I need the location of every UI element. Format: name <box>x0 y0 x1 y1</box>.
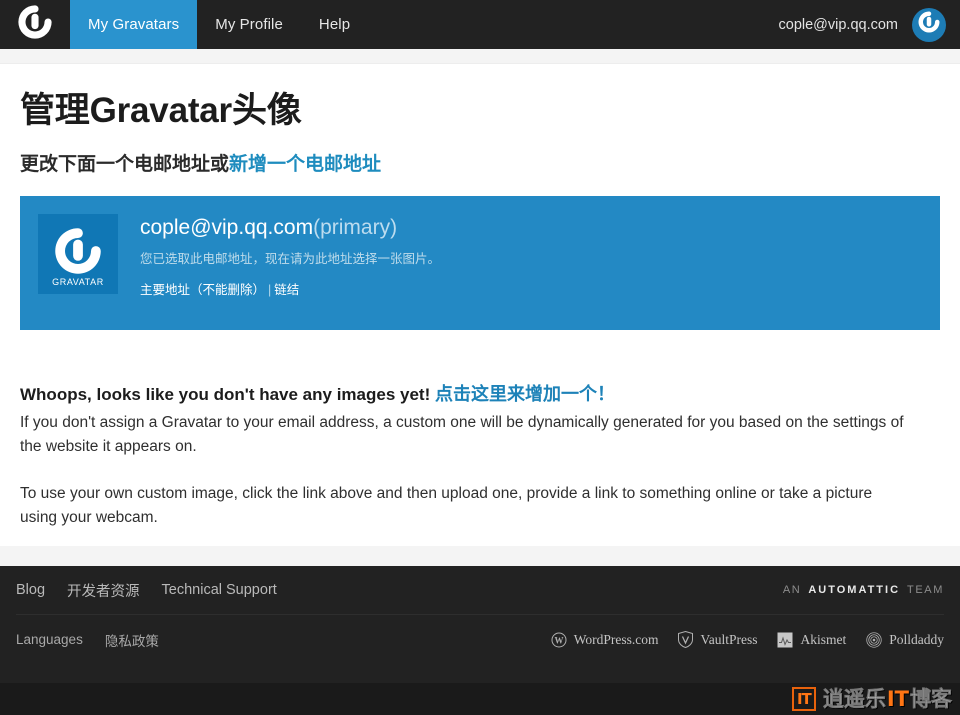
brand-akismet[interactable]: Akismet <box>777 632 846 648</box>
panel-email-address: cople@vip.qq.com <box>140 215 314 239</box>
brand-vaultpress[interactable]: VaultPress <box>678 631 758 649</box>
email-panel: GRAVATAR cople@vip.qq.com(primary) 您已选取此… <box>20 195 940 330</box>
avatar[interactable] <box>912 7 946 42</box>
watermark-text-part2: IT <box>886 686 909 711</box>
watermark-logo: IT 逍遥乐 IT 博客 <box>791 686 953 711</box>
main-content: 管理Gravatar头像 更改下面一个电邮地址或新增一个电邮地址 GRAVATA… <box>0 91 960 531</box>
panel-links: 主要地址（不能删除） | 链结 <box>140 279 440 298</box>
footer-links-secondary: Languages 隐私政策 <box>16 630 159 650</box>
account-area: cople@vip.qq.com <box>779 0 960 49</box>
nav-item-help[interactable]: Help <box>301 0 368 49</box>
footer-link-developer-resources[interactable]: 开发者资源 <box>67 580 140 601</box>
panel-email-row: cople@vip.qq.com(primary) <box>140 215 440 240</box>
gravatar-logo[interactable] <box>0 0 70 49</box>
nav-item-my-profile[interactable]: My Profile <box>197 0 301 49</box>
rating-link[interactable]: 链结 <box>274 283 299 297</box>
watermark-text-part1: 逍遥乐 <box>822 686 887 711</box>
gravatar-avatar-icon <box>917 10 941 39</box>
brand-label: Akismet <box>800 631 847 647</box>
nav-item-label: My Gravatars <box>88 16 180 33</box>
panel-description: 您已选取此电邮地址，现在请为此地址选择一张图片。 <box>140 251 441 266</box>
brand-label: Polldaddy <box>889 631 944 647</box>
subtitle-text: 更改下面一个电邮地址或 <box>20 153 230 175</box>
footer-spacer <box>0 546 960 567</box>
primary-address-label: 主要地址（不能删除） <box>140 283 266 298</box>
footer-row-secondary: Languages 隐私政策 W WordPress.com VaultPres… <box>16 615 944 664</box>
link-separator: | <box>268 283 272 298</box>
vaultpress-shield-icon <box>678 631 694 649</box>
notice-headline: Whoops, looks like you don't have any im… <box>20 383 940 406</box>
nav-item-my-gravatars[interactable]: My Gravatars <box>70 0 198 49</box>
footer-link-languages[interactable]: Languages <box>16 632 83 647</box>
automattic-prefix: AN <box>782 584 802 597</box>
notice-paragraph-2: To use your own custom image, click the … <box>20 484 873 527</box>
wordpress-icon: W <box>551 632 567 648</box>
watermark-text: 逍遥乐 IT 博客 <box>822 686 953 711</box>
no-images-notice: Whoops, looks like you don't have any im… <box>20 383 940 531</box>
footer-link-blog[interactable]: Blog <box>16 582 45 598</box>
page-title: 管理Gravatar头像 <box>20 91 302 130</box>
gravatar-page: My Gravatars My Profile Help cople@vip.q… <box>0 0 960 715</box>
brand-wordpress[interactable]: W WordPress.com <box>551 631 659 648</box>
brand-polldaddy[interactable]: Polldaddy <box>866 632 944 648</box>
notice-headline-text: Whoops, looks like you don't have any im… <box>20 384 431 404</box>
polldaddy-icon <box>866 632 882 648</box>
page-subtitle: 更改下面一个电邮地址或新增一个电邮地址 <box>20 149 940 176</box>
svg-text:W: W <box>554 635 563 645</box>
gravatar-tile-label: GRAVATAR <box>52 276 104 287</box>
nav-item-label: Help <box>318 16 351 33</box>
add-image-link[interactable]: 点击这里来增加一个！ <box>435 384 615 404</box>
automattic-badge[interactable]: AN AUTOMATTIC TEAM <box>783 584 944 596</box>
brand-label: WordPress.com <box>573 631 659 647</box>
nav-item-label: My Profile <box>215 16 283 33</box>
watermark-bar: IT 逍遥乐 IT 博客 <box>0 683 960 715</box>
email-panel-body: cople@vip.qq.com(primary) 您已选取此电邮地址，现在请为… <box>118 214 440 299</box>
akismet-icon <box>777 632 793 648</box>
add-email-link[interactable]: 新增一个电邮地址 <box>229 154 381 175</box>
automattic-text: AN AUTOMATTIC TEAM <box>783 584 944 596</box>
footer-link-privacy-policy[interactable]: 隐私政策 <box>105 630 159 650</box>
footer-row-primary: Blog 开发者资源 Technical Support AN AUTOMATT… <box>16 566 944 616</box>
panel-primary-tag: (primary) <box>313 215 398 239</box>
notice-paragraph-1: If you don't assign a Gravatar to your e… <box>20 413 904 456</box>
watermark-badge: IT <box>791 687 816 711</box>
top-navigation-bar: My Gravatars My Profile Help cople@vip.q… <box>0 0 960 49</box>
brand-label: VaultPress <box>700 631 758 647</box>
gravatar-image-tile[interactable]: GRAVATAR <box>38 213 118 294</box>
footer-link-technical-support[interactable]: Technical Support <box>162 582 277 598</box>
account-email[interactable]: cople@vip.qq.com <box>779 17 899 33</box>
gravatar-spiral-icon <box>16 3 54 46</box>
gravatar-spiral-icon <box>52 221 104 282</box>
footer-links-primary: Blog 开发者资源 Technical Support <box>16 580 277 601</box>
site-footer: Blog 开发者资源 Technical Support AN AUTOMATT… <box>0 566 960 697</box>
footer-brands: W WordPress.com VaultPress Akismet Polld… <box>551 631 944 649</box>
nav-underbar <box>0 49 960 64</box>
nav-items: My Gravatars My Profile Help <box>70 0 368 49</box>
automattic-word: AUTOMATTIC <box>808 584 901 597</box>
automattic-suffix: TEAM <box>907 584 944 597</box>
watermark-text-part3: 博客 <box>910 686 953 711</box>
